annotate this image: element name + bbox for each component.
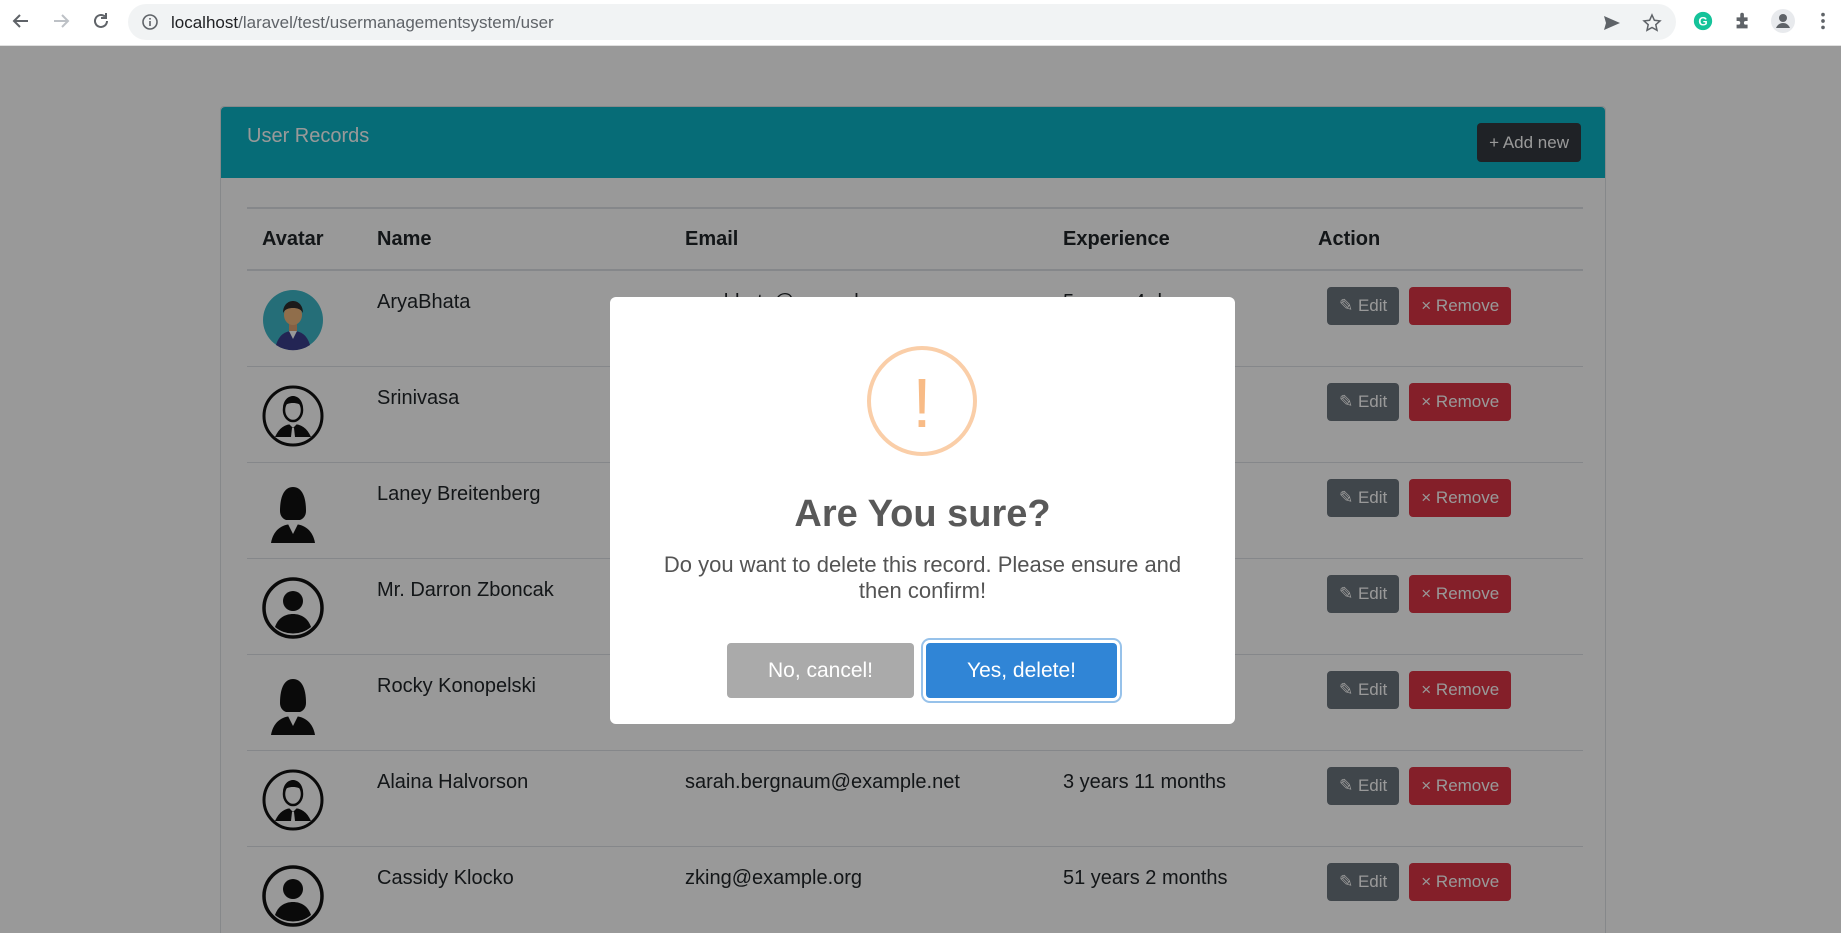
info-icon[interactable]	[141, 13, 159, 31]
profile-icon[interactable]	[1771, 9, 1795, 33]
address-bar[interactable]: localhost/laravel/test/usermanagementsys…	[128, 4, 1676, 40]
grammarly-icon[interactable]: G	[1691, 9, 1715, 33]
dialog-message: Do you want to delete this record. Pleas…	[663, 552, 1182, 603]
svg-text:G: G	[1698, 15, 1707, 29]
menu-icon[interactable]	[1811, 9, 1835, 33]
confirm-dialog: ! Are You sure? Do you want to delete th…	[610, 297, 1235, 724]
dialog-title: Are You sure?	[794, 493, 1051, 535]
url-text: localhost/laravel/test/usermanagementsys…	[171, 13, 554, 32]
reload-icon[interactable]	[88, 8, 114, 34]
star-icon[interactable]	[1642, 13, 1662, 33]
cancel-button[interactable]: No, cancel!	[727, 643, 914, 698]
warning-icon: !	[867, 346, 977, 456]
forward-icon[interactable]	[48, 8, 74, 34]
puzzle-icon[interactable]	[1731, 9, 1755, 33]
confirm-delete-button[interactable]: Yes, delete!	[926, 643, 1117, 698]
send-icon[interactable]	[1602, 13, 1622, 33]
back-icon[interactable]	[8, 8, 34, 34]
browser-toolbar: localhost/laravel/test/usermanagementsys…	[0, 0, 1841, 46]
